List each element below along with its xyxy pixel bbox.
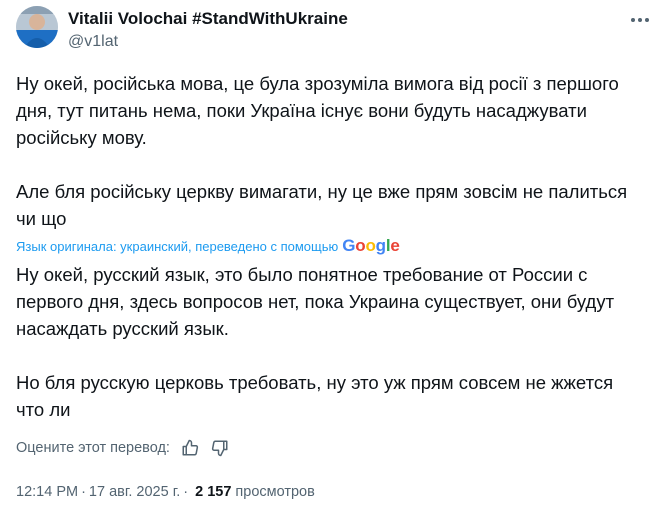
rate-translation-row: Оцените этот перевод:: [16, 438, 230, 458]
translation-note[interactable]: Язык оригинала: украинский, переведено с…: [16, 236, 400, 256]
tweet: Vitalii Volochai #StandWithUkraine @v1la…: [0, 0, 671, 517]
tweet-meta: 12:14 PM · 17 авг. 2025 г. · 2 157 просм…: [16, 484, 315, 500]
more-dots-icon: [630, 17, 650, 23]
views-label: просмотров: [235, 484, 315, 500]
more-options-button[interactable]: [629, 10, 651, 30]
translation-note-label: Язык оригинала: украинский, переведено с…: [16, 238, 339, 254]
views-count: 2 157: [195, 484, 232, 500]
tweet-time[interactable]: 12:14 PM: [16, 484, 78, 500]
author-handle[interactable]: @v1lat: [68, 33, 118, 51]
thumbs-up-icon[interactable]: [180, 438, 200, 458]
tweet-original-text: Ну окей, російська мова, це була зрозумі…: [16, 73, 628, 229]
author-name[interactable]: Vitalii Volochai #StandWithUkraine: [68, 9, 348, 29]
meta-separator-2: ·: [183, 484, 189, 500]
rate-translation-label: Оцените этот перевод:: [16, 440, 170, 456]
tweet-translated-text: Ну окей, русский язык, это было понятное…: [16, 264, 615, 420]
google-logo: Google: [342, 236, 400, 255]
tweet-date[interactable]: 17 авг. 2025 г.: [89, 484, 180, 500]
avatar[interactable]: [16, 6, 58, 48]
thumbs-down-icon[interactable]: [210, 438, 230, 458]
meta-separator: ·: [81, 484, 86, 500]
